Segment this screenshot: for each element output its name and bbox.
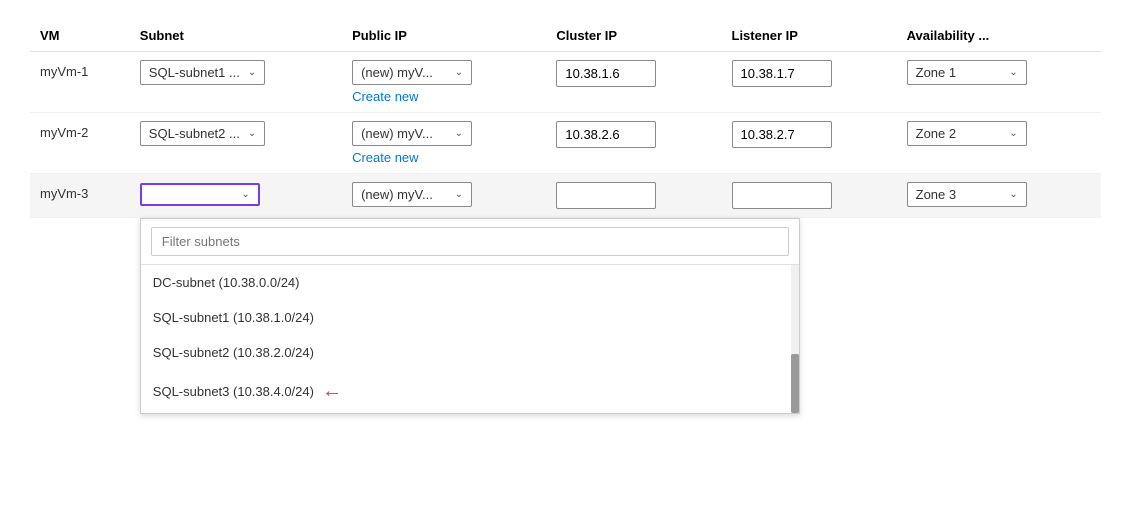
- vm-name-1: myVm-1: [30, 52, 130, 113]
- subnet-select-1[interactable]: SQL-subnet1 ... ⌄: [140, 60, 265, 85]
- cluster-ip-input-2[interactable]: [556, 121, 656, 148]
- cluster-ip-cell-1: [546, 52, 721, 113]
- availability-select-2[interactable]: Zone 2 ⌄: [907, 121, 1027, 146]
- subnet-select-2-label: SQL-subnet2 ...: [149, 126, 240, 141]
- availability-select-1[interactable]: Zone 1 ⌄: [907, 60, 1027, 85]
- create-new-link-1[interactable]: Create new: [352, 89, 536, 104]
- create-new-link-2[interactable]: Create new: [352, 150, 536, 165]
- listener-ip-cell-1: [722, 52, 897, 113]
- subnet-cell-2: SQL-subnet2 ... ⌄: [130, 113, 342, 174]
- scrollbar-track: [791, 265, 799, 413]
- subnet-row3-content: ⌄ DC-subnet (10.38.0.0/24) SQL-subnet1 (…: [140, 182, 332, 206]
- availability-select-1-label: Zone 1: [916, 65, 956, 80]
- table-row: myVm-3 ⌄ DC-subnet (1: [30, 174, 1101, 218]
- chevron-down-icon: ⌄: [1009, 67, 1017, 78]
- public-ip-select-3[interactable]: (new) myV... ⌄: [352, 182, 472, 207]
- filter-subnets-input[interactable]: [151, 227, 789, 256]
- dropdown-options-list: DC-subnet (10.38.0.0/24) SQL-subnet1 (10…: [141, 265, 799, 413]
- vm-config-table: VM Subnet Public IP Cluster IP Listener …: [30, 20, 1101, 218]
- col-public-ip: Public IP: [342, 20, 546, 52]
- vm-name-3: myVm-3: [30, 174, 130, 218]
- dropdown-option-sql-subnet3[interactable]: SQL-subnet3 (10.38.4.0/24) ←: [141, 370, 799, 413]
- public-ip-cell-2: (new) myV... ⌄ Create new: [342, 113, 546, 174]
- main-container: VM Subnet Public IP Cluster IP Listener …: [0, 0, 1131, 238]
- listener-ip-cell-2: [722, 113, 897, 174]
- chevron-down-icon: ⌄: [1009, 128, 1017, 139]
- arrow-pointer-icon: ←: [322, 380, 342, 403]
- dropdown-option-dc-subnet[interactable]: DC-subnet (10.38.0.0/24): [141, 265, 799, 300]
- dropdown-option-sql-subnet1[interactable]: SQL-subnet1 (10.38.1.0/24): [141, 300, 799, 335]
- availability-select-2-label: Zone 2: [916, 126, 956, 141]
- public-ip-cell-1: (new) myV... ⌄ Create new: [342, 52, 546, 113]
- public-ip-cell-3: (new) myV... ⌄: [342, 174, 546, 218]
- cluster-ip-input-3[interactable]: [556, 182, 656, 209]
- listener-ip-input-1[interactable]: [732, 60, 832, 87]
- cluster-ip-cell-3: [546, 174, 721, 218]
- subnet-select-3[interactable]: ⌄: [140, 183, 260, 206]
- col-cluster-ip: Cluster IP: [546, 20, 721, 52]
- chevron-down-icon: ⌄: [455, 189, 463, 200]
- subnet-cell-3: ⌄ DC-subnet (10.38.0.0/24) SQL-subnet1 (…: [130, 174, 342, 218]
- public-ip-select-2-label: (new) myV...: [361, 126, 433, 141]
- availability-cell-3: Zone 3 ⌄: [897, 174, 1101, 218]
- chevron-down-icon: ⌄: [455, 128, 463, 139]
- listener-ip-cell-3: [722, 174, 897, 218]
- scrollbar-thumb[interactable]: [791, 354, 799, 413]
- chevron-down-icon: ⌄: [1009, 189, 1017, 200]
- subnet-select-2[interactable]: SQL-subnet2 ... ⌄: [140, 121, 265, 146]
- subnet-dropdown-panel: DC-subnet (10.38.0.0/24) SQL-subnet1 (10…: [140, 218, 800, 414]
- chevron-down-icon: ⌄: [455, 67, 463, 78]
- col-subnet: Subnet: [130, 20, 342, 52]
- subnet-select-1-label: SQL-subnet1 ...: [149, 65, 240, 80]
- chevron-down-icon: ⌄: [241, 189, 249, 200]
- col-vm: VM: [30, 20, 130, 52]
- col-availability: Availability ...: [897, 20, 1101, 52]
- availability-select-3-label: Zone 3: [916, 187, 956, 202]
- dropdown-option-sql-subnet2[interactable]: SQL-subnet2 (10.38.2.0/24): [141, 335, 799, 370]
- public-ip-select-2[interactable]: (new) myV... ⌄: [352, 121, 472, 146]
- availability-cell-2: Zone 2 ⌄: [897, 113, 1101, 174]
- listener-ip-input-3[interactable]: [732, 182, 832, 209]
- table-row: myVm-2 SQL-subnet2 ... ⌄ (new) myV... ⌄ …: [30, 113, 1101, 174]
- listener-ip-input-2[interactable]: [732, 121, 832, 148]
- cluster-ip-cell-2: [546, 113, 721, 174]
- chevron-down-icon: ⌄: [248, 128, 256, 139]
- cluster-ip-input-1[interactable]: [556, 60, 656, 87]
- availability-select-3[interactable]: Zone 3 ⌄: [907, 182, 1027, 207]
- public-ip-select-1[interactable]: (new) myV... ⌄: [352, 60, 472, 85]
- subnet-cell-1: SQL-subnet1 ... ⌄: [130, 52, 342, 113]
- availability-cell-1: Zone 1 ⌄: [897, 52, 1101, 113]
- public-ip-select-1-label: (new) myV...: [361, 65, 433, 80]
- filter-input-wrapper: [141, 219, 799, 265]
- col-listener-ip: Listener IP: [722, 20, 897, 52]
- chevron-down-icon: ⌄: [248, 67, 256, 78]
- table-row: myVm-1 SQL-subnet1 ... ⌄ (new) myV... ⌄ …: [30, 52, 1101, 113]
- vm-name-2: myVm-2: [30, 113, 130, 174]
- dropdown-option-sql-subnet3-label: SQL-subnet3 (10.38.4.0/24): [153, 384, 314, 399]
- public-ip-select-3-label: (new) myV...: [361, 187, 433, 202]
